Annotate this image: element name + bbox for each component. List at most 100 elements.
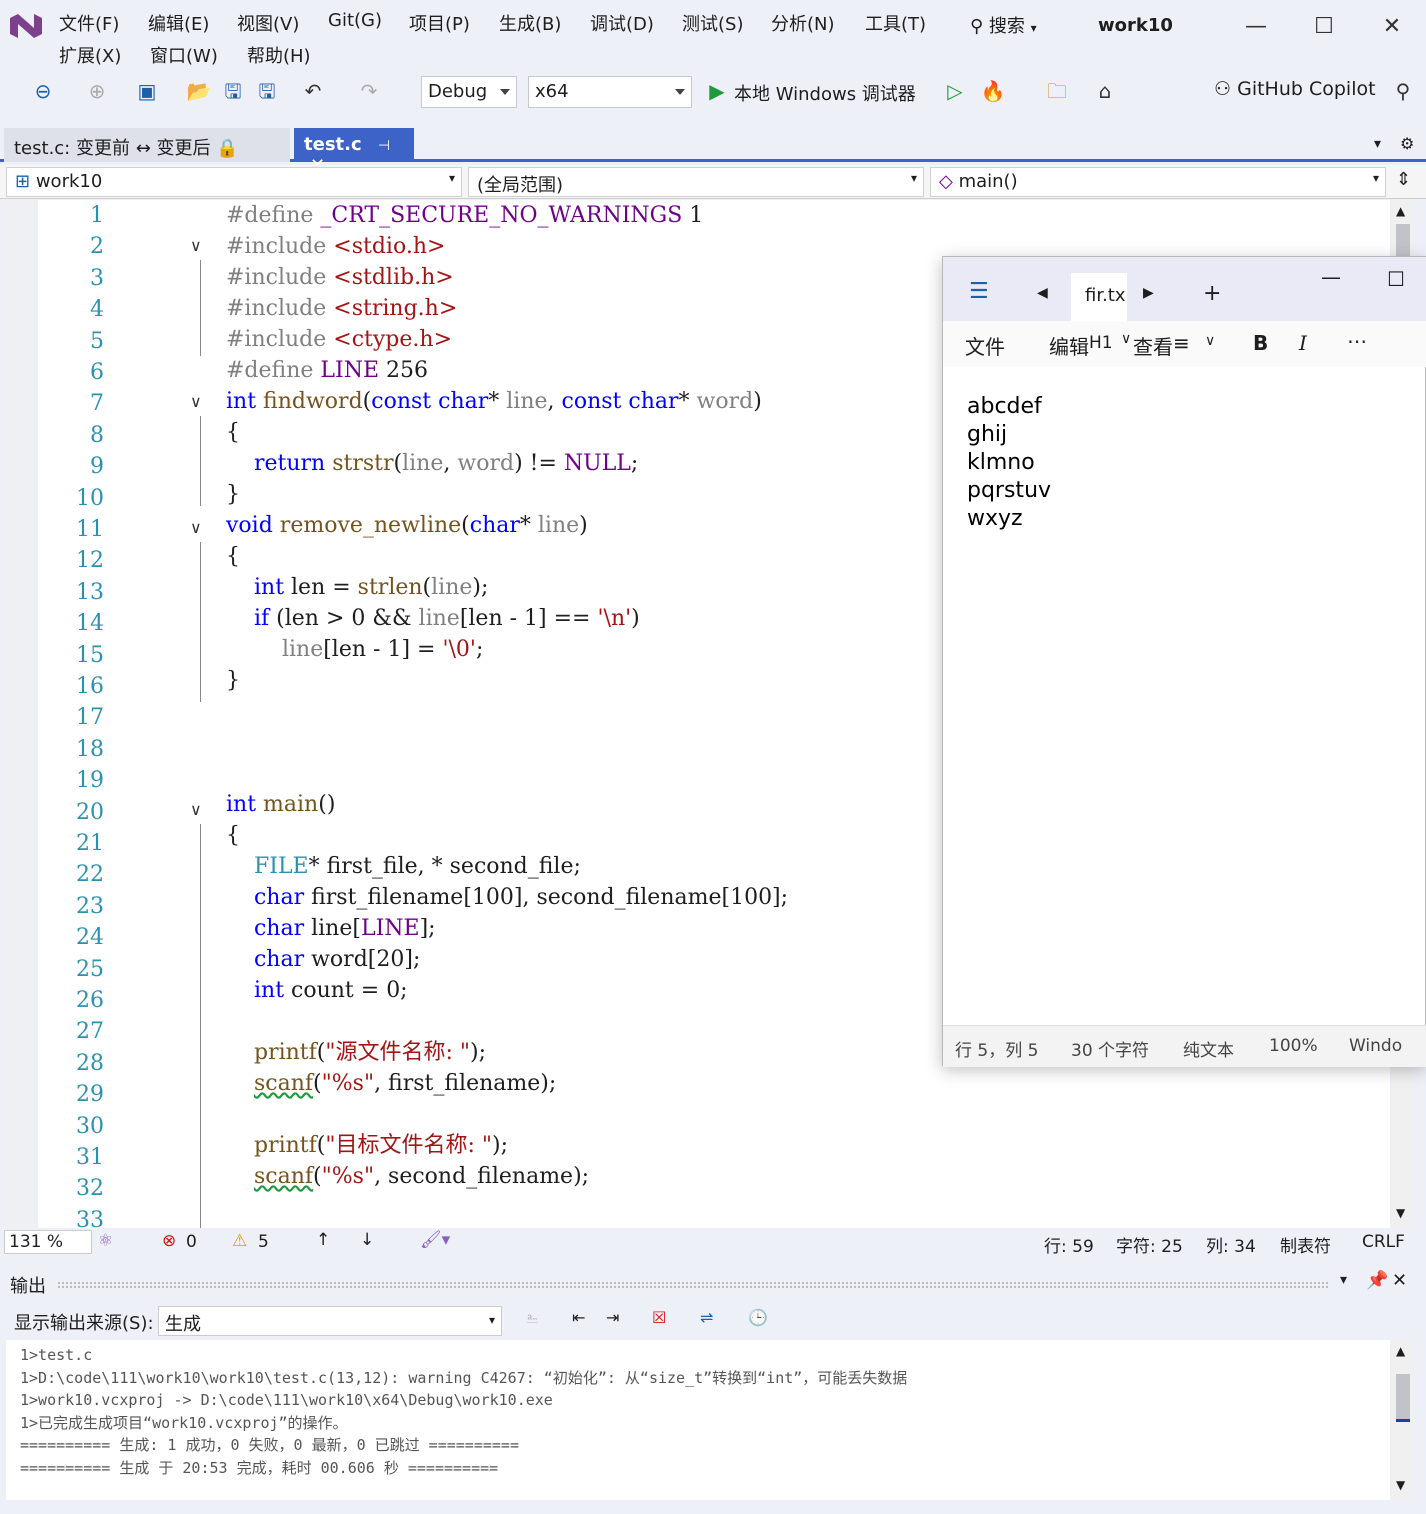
configuration-select[interactable]: Debug [421, 76, 517, 108]
platform-select[interactable]: x64 [528, 76, 692, 108]
forward-icon[interactable]: ⊕ [84, 78, 110, 104]
word-wrap-icon[interactable]: ⇌ [700, 1308, 713, 1327]
panel-grip[interactable] [58, 1282, 1328, 1288]
find-message-icon[interactable]: ⎁ [526, 1308, 539, 1328]
menu-extensions[interactable]: 扩展(X) [59, 42, 121, 68]
back-icon[interactable]: ⊖ [30, 78, 56, 104]
timestamp-clock-icon[interactable]: 🕒 [748, 1308, 768, 1327]
tab-scroll-right-icon[interactable]: ▶ [1143, 285, 1154, 301]
menu-help[interactable]: 帮助(H) [247, 42, 311, 68]
menu-analyze[interactable]: 分析(N) [771, 10, 835, 36]
menu-test[interactable]: 测试(S) [682, 10, 743, 36]
status-chars[interactable]: 字符: 25 [1116, 1232, 1183, 1257]
open-folder-icon[interactable]: 📂 [186, 78, 212, 104]
new-tab-icon[interactable]: + [1203, 281, 1221, 306]
notepad-zoom[interactable]: 100% [1269, 1036, 1318, 1056]
scroll-up-icon[interactable]: ▲ [1396, 1344, 1405, 1358]
notepad-menu-edit[interactable]: 编辑 [1049, 331, 1089, 360]
code-cleanup-icon[interactable]: 🖌▾ [420, 1230, 450, 1250]
undo-icon[interactable]: ↶ [300, 78, 326, 104]
tab-scroll-left-icon[interactable]: ◀ [1037, 285, 1048, 301]
project-dropdown[interactable]: ⊞ work10 ▾ [6, 167, 462, 197]
maximize-button[interactable]: ☐ [1304, 14, 1344, 39]
menu-debug[interactable]: 调试(D) [590, 10, 654, 36]
next-message-icon[interactable]: ⇥ [606, 1308, 619, 1327]
output-text[interactable]: 1>test.c 1>D:\code\111\work10\work10\test… [6, 1340, 1390, 1500]
minimize-button[interactable]: — [1236, 14, 1276, 39]
redo-icon[interactable]: ↷ [356, 78, 382, 104]
scroll-down-icon[interactable]: ▼ [1396, 1478, 1405, 1492]
notepad-menu-file[interactable]: 文件 [965, 331, 1005, 360]
prev-message-icon[interactable]: ⇤ [572, 1308, 585, 1327]
split-icon[interactable]: ⇕ [1396, 169, 1411, 190]
start-without-debugging-icon[interactable]: ▷ [942, 78, 968, 104]
heading-format-button[interactable]: H1 [1089, 333, 1113, 353]
menu-edit[interactable]: 编辑(E) [148, 10, 209, 36]
tab-diff[interactable]: test.c: 变更前 ↔ 变更后 🔒 [4, 128, 290, 162]
notepad-menu-view[interactable]: 查看 [1133, 331, 1173, 360]
clear-all-icon[interactable]: ☒ [652, 1308, 666, 1327]
notepad-status-bar: 行 5，列 5 30 个字符 纯文本 100% Windo [943, 1025, 1426, 1067]
notepad-minimize-button[interactable]: — [1321, 265, 1341, 289]
menu-window[interactable]: 窗口(W) [150, 42, 218, 68]
notepad-window[interactable]: ☰ ◀ fir.tx ▶ + — ☐ 文件 编辑 H1 ∨ 查看 ≡ ∨ B I… [942, 256, 1426, 1067]
close-button[interactable]: ✕ [1372, 14, 1412, 39]
settings-gear-icon[interactable]: ⚙ [1400, 134, 1414, 153]
github-copilot-button[interactable]: ⚇ GitHub Copilot [1214, 78, 1376, 100]
search-box[interactable]: ⚲ 搜索 ▾ [970, 12, 1037, 38]
intellicode-icon[interactable]: ⚛ [98, 1231, 113, 1251]
status-col[interactable]: 列: 34 [1206, 1232, 1256, 1257]
member-dropdown[interactable]: ◇ main() ▾ [930, 167, 1386, 197]
status-indent[interactable]: 制表符 [1280, 1232, 1331, 1257]
more-options-icon[interactable]: ⋯ [1347, 329, 1367, 353]
start-debugging-button[interactable]: 本地 Windows 调试器 [734, 80, 916, 106]
save-icon[interactable]: 🖫 [220, 78, 246, 104]
menu-view[interactable]: 视图(V) [237, 10, 299, 36]
fold-toggle-icon[interactable]: ∨ [190, 800, 202, 819]
output-source-select[interactable]: 生成 ▾ [158, 1306, 502, 1336]
scroll-up-icon[interactable]: ▲ [1396, 204, 1405, 218]
error-icon[interactable]: ⊗ [162, 1231, 176, 1251]
notepad-text-area[interactable]: abcdef ghij klmno pqrstuv wxyz [967, 393, 1051, 533]
menu-git[interactable]: Git(G) [328, 10, 382, 31]
new-project-icon[interactable]: ▣ [134, 78, 160, 104]
fold-toggle-icon[interactable]: ∨ [190, 392, 202, 411]
start-debugging-icon[interactable]: ▶ [704, 78, 730, 104]
scope-dropdown[interactable]: (全局范围) ▾ [468, 167, 924, 197]
italic-icon[interactable]: I [1299, 331, 1307, 355]
pin-panel-icon[interactable]: 📌 [1366, 1270, 1388, 1291]
warning-icon[interactable]: ⚠ [232, 1231, 247, 1251]
status-line-ending[interactable]: CRLF [1362, 1232, 1405, 1252]
browse-folder-icon[interactable]: 🗀 [1044, 78, 1070, 104]
layout-icon[interactable]: ⌂ [1092, 78, 1118, 104]
notepad-tab[interactable]: fir.tx [1071, 273, 1127, 321]
notepad-format[interactable]: 纯文本 [1183, 1036, 1234, 1061]
bold-icon[interactable]: B [1253, 331, 1268, 355]
notepad-line-ending[interactable]: Windo [1349, 1036, 1402, 1056]
panel-menu-icon[interactable]: ▾ [1340, 1272, 1347, 1288]
pin-icon[interactable]: ⊣ [378, 138, 390, 154]
notepad-maximize-button[interactable]: ☐ [1387, 267, 1405, 291]
chevron-down-icon[interactable]: ∨ [1121, 331, 1131, 347]
zoom-select[interactable]: 131 % [4, 1230, 92, 1254]
scrollbar-thumb[interactable] [1396, 1374, 1410, 1422]
menu-project[interactable]: 项目(P) [409, 10, 470, 36]
hot-reload-icon[interactable]: 🔥 [980, 78, 1006, 104]
tab-dropdown-icon[interactable]: ▾ [1374, 136, 1381, 152]
list-format-icon[interactable]: ≡ [1173, 331, 1190, 355]
fold-toggle-icon[interactable]: ∨ [190, 236, 202, 255]
close-panel-icon[interactable]: ✕ [1392, 1270, 1407, 1291]
menu-tools[interactable]: 工具(T) [865, 10, 926, 36]
menu-file[interactable]: 文件(F) [59, 10, 119, 36]
previous-issue-icon[interactable]: ↑ [316, 1230, 330, 1250]
next-issue-icon[interactable]: ↓ [360, 1230, 374, 1250]
save-all-icon[interactable]: 🖫 [254, 78, 280, 104]
chevron-down-icon[interactable]: ∨ [1205, 333, 1215, 349]
scroll-down-icon[interactable]: ▼ [1396, 1206, 1405, 1220]
status-line[interactable]: 行: 59 [1044, 1232, 1094, 1257]
output-vertical-scrollbar[interactable]: ▲ ▼ [1392, 1340, 1414, 1500]
fold-toggle-icon[interactable]: ∨ [190, 518, 202, 537]
account-icon[interactable]: ⚲ [1390, 78, 1416, 104]
tab-test-c[interactable]: test.c ⊣ ✕ [294, 128, 414, 176]
menu-build[interactable]: 生成(B) [499, 10, 561, 36]
